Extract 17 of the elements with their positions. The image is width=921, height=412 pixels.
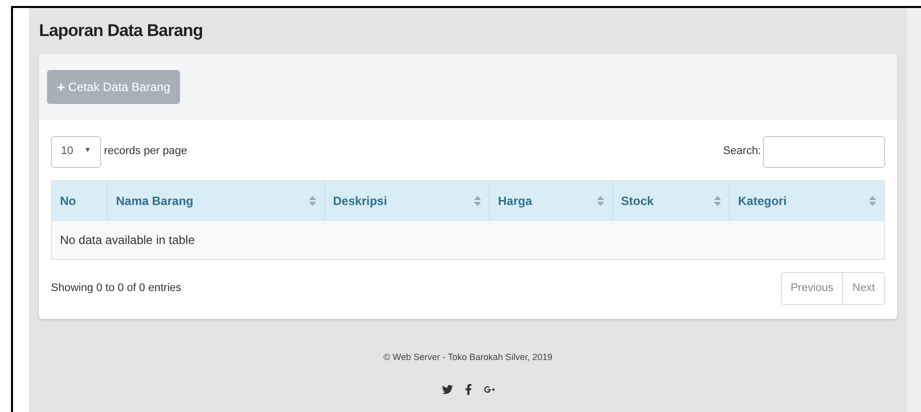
length-label: records per page bbox=[104, 144, 188, 160]
empty-table-message: No data available in table bbox=[60, 232, 195, 248]
sort-icon bbox=[714, 196, 721, 206]
table-info: Showing 0 to 0 of 0 entries bbox=[51, 280, 182, 296]
sort-icon bbox=[474, 196, 481, 206]
bird-icon[interactable] bbox=[442, 384, 452, 395]
sort-icon bbox=[309, 196, 316, 206]
footer-copyright: © Web Server - Toko Barokah Silver, 2019 bbox=[384, 350, 552, 364]
scrollbar-track[interactable] bbox=[907, 8, 921, 412]
column-header: No bbox=[59, 192, 77, 210]
search-label: Search: bbox=[723, 144, 761, 160]
google-plus-icon[interactable] bbox=[484, 384, 494, 395]
page-title: Laporan Data Barang bbox=[39, 20, 204, 42]
sort-icon bbox=[597, 196, 604, 206]
sort-icon bbox=[869, 196, 876, 206]
facebook-icon[interactable] bbox=[462, 384, 474, 395]
search-field[interactable] bbox=[763, 136, 885, 168]
